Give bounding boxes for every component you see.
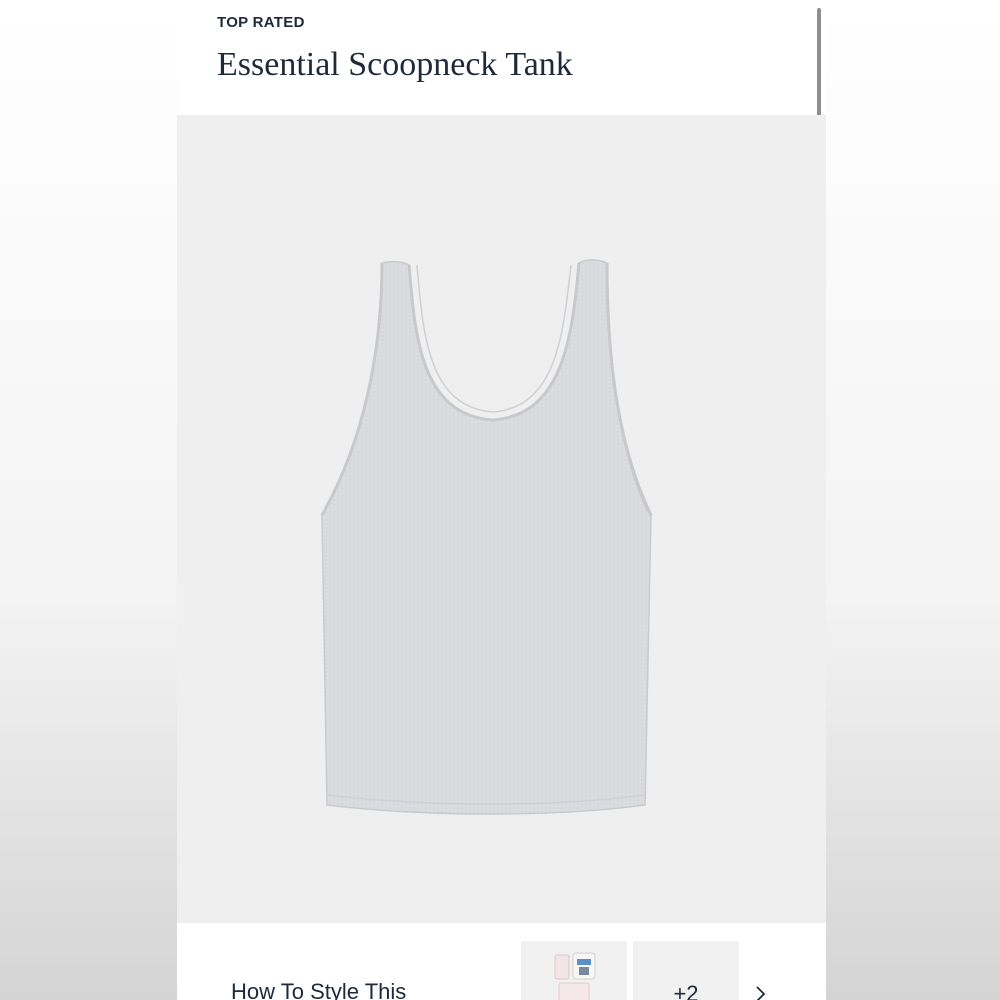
how-to-style-label: How To Style This [231, 979, 407, 1000]
how-to-style-section: How To Style This +2 [177, 923, 826, 1000]
more-outfits-count: +2 [673, 981, 699, 1000]
outfit-image [554, 952, 596, 1000]
background-left [0, 0, 177, 1000]
tank-top-image [320, 259, 653, 815]
product-page: TOP RATED Essential Scoopneck Tank How T… [177, 0, 826, 1000]
background-right [826, 0, 1000, 1000]
product-header: TOP RATED Essential Scoopneck Tank [177, 0, 826, 115]
more-outfits-button[interactable]: +2 [633, 941, 739, 1000]
outfit-thumbnail[interactable] [521, 941, 627, 1000]
top-rated-badge: TOP RATED [217, 14, 305, 31]
product-image[interactable] [177, 115, 826, 923]
product-title: Essential Scoopneck Tank [217, 46, 573, 83]
scrollbar[interactable] [817, 8, 821, 126]
chevron-right-icon[interactable] [753, 981, 769, 1000]
